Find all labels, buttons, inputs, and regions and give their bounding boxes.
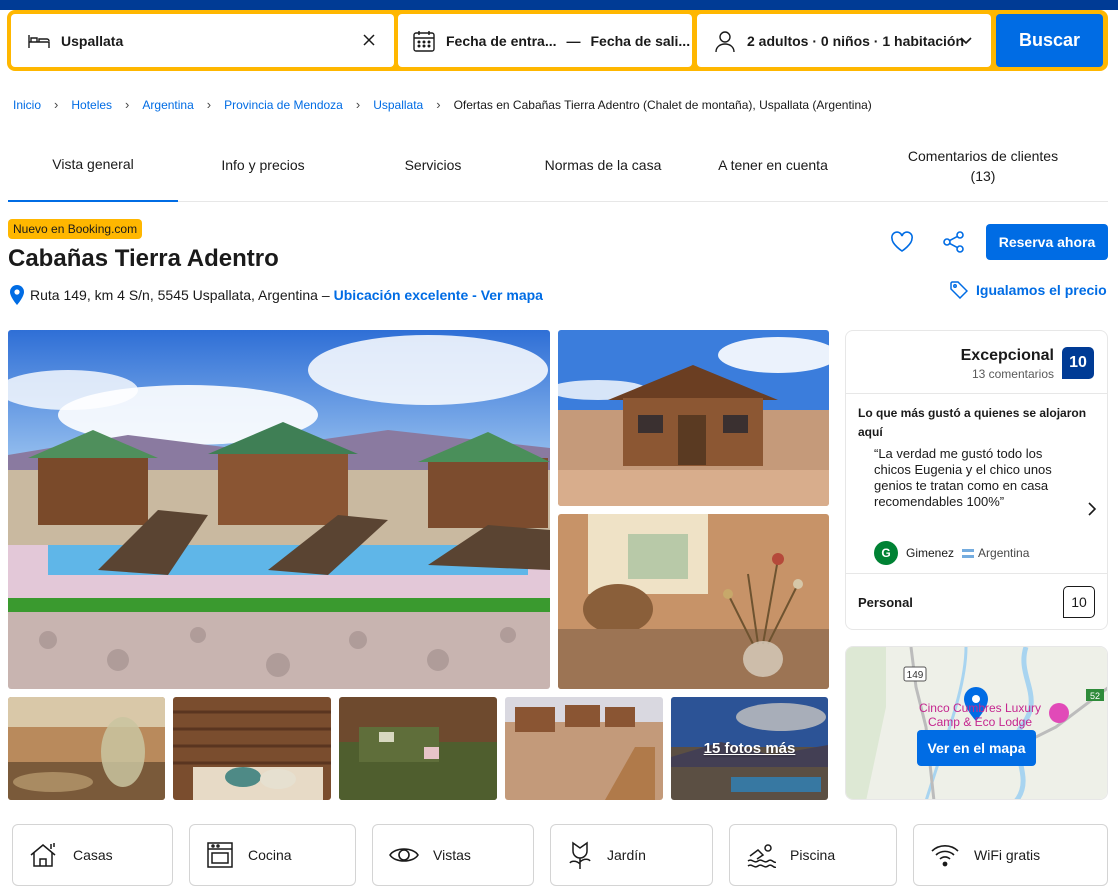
share-icon[interactable] <box>942 231 966 253</box>
main-photo[interactable] <box>8 330 550 689</box>
amenity-casas: Casas <box>12 824 173 886</box>
new-badge: Nuevo en Booking.com <box>8 219 143 239</box>
dates-field[interactable]: Fecha de entra... — Fecha de sali... <box>398 14 692 67</box>
reviewer-country: Argentina <box>978 546 1030 560</box>
swimmer-icon <box>747 844 776 868</box>
gallery-photo[interactable] <box>339 697 497 800</box>
breadcrumb-current: Ofertas en Cabañas Tierra Adentro (Chale… <box>453 97 872 112</box>
person-icon <box>715 30 735 52</box>
tab-normas[interactable]: Normas de la casa <box>518 130 688 201</box>
breadcrumb-separator-icon: › <box>125 97 130 112</box>
amenity-wifi: WiFi gratis <box>913 824 1108 886</box>
liked-heading: Lo que más gustó a quienes se alojaron a… <box>858 406 1087 439</box>
breadcrumb-link-hoteles[interactable]: Hoteles <box>71 98 112 112</box>
checkin-value: Fecha de entra... <box>446 32 557 49</box>
bed-icon <box>28 34 50 48</box>
tab-info-precios[interactable]: Info y precios <box>178 130 348 201</box>
search-bar: Uspallata Fecha de entra... — Fecha de s… <box>7 10 1108 71</box>
subscore-row: Personal 10 <box>846 573 1107 630</box>
breadcrumb-link-mendoza[interactable]: Provincia de Mendoza <box>224 98 343 112</box>
tab-servicios[interactable]: Servicios <box>348 130 518 201</box>
breadcrumb-separator-icon: › <box>54 97 59 112</box>
oven-icon <box>207 842 233 868</box>
breadcrumb-separator-icon: › <box>206 97 212 112</box>
gallery-photo[interactable] <box>505 697 663 800</box>
house-icon <box>30 843 56 867</box>
amenity-label: Casas <box>73 847 113 863</box>
breadcrumb-separator-icon: › <box>436 97 441 112</box>
tab-comentarios[interactable]: Comentarios de clientes (13) <box>858 130 1108 201</box>
breadcrumb: Inicio › Hoteles › Argentina › Provincia… <box>13 97 872 112</box>
wifi-icon <box>931 845 959 867</box>
review-quote: “La verdad me gustó todo los chicos Euge… <box>874 446 1052 509</box>
amenity-label: Cocina <box>248 847 292 863</box>
breadcrumb-separator-icon: › <box>355 97 361 112</box>
destination-value: Uspallata <box>61 32 124 49</box>
breadcrumb-link-uspallata[interactable]: Uspallata <box>373 98 423 112</box>
gallery-more-photos[interactable]: 15 fotos más <box>671 697 828 800</box>
gallery-photo[interactable] <box>558 514 829 689</box>
route-52-label: 52 <box>1090 691 1100 701</box>
map-preview[interactable]: 149 52 Cinco Cumbres Luxury Camp & Eco L… <box>845 646 1108 800</box>
amenity-vistas: Vistas <box>372 824 534 886</box>
amenity-label: Vistas <box>433 847 471 863</box>
show-on-map-button[interactable]: Ver en el mapa <box>917 730 1036 766</box>
calendar-icon <box>413 30 435 52</box>
guests-field[interactable]: 2 adultos · 0 niños · 1 habitación <box>697 14 991 67</box>
amenities-row: Casas Cocina Vistas Jardín Piscina WiFi … <box>12 824 1108 886</box>
tag-icon <box>950 281 968 299</box>
amenity-label: WiFi gratis <box>974 847 1041 863</box>
subscore-value: 10 <box>1063 586 1095 618</box>
review-rating-label: Excepcional <box>960 347 1054 364</box>
chevron-down-icon <box>960 37 972 45</box>
amenity-label: Piscina <box>790 847 836 863</box>
property-title: Cabañas Tierra Adentro <box>8 245 279 272</box>
price-match-link[interactable]: Igualamos el precio <box>950 281 1107 299</box>
guests-value: 2 adultos · 0 niños · 1 habitación <box>747 32 965 49</box>
review-score-badge: 10 <box>1062 347 1094 379</box>
gallery-photo[interactable] <box>8 697 165 800</box>
address-text: Ruta 149, km 4 S/n, 5545 Uspallata, Arge… <box>30 287 330 303</box>
subscore-label: Personal <box>858 595 913 610</box>
property-tabs: Vista general Info y precios Servicios N… <box>8 130 1108 202</box>
location-map-link[interactable]: Ubicación excelente - Ver mapa <box>334 287 543 303</box>
reserve-now-button[interactable]: Reserva ahora <box>986 224 1108 260</box>
review-score-header[interactable]: Excepcional 13 comentarios 10 <box>846 331 1107 394</box>
flower-icon <box>569 841 591 869</box>
avatar: G <box>874 541 898 565</box>
tab-a-tener-en-cuenta[interactable]: A tener en cuenta <box>688 130 858 201</box>
top-brand-bar <box>0 0 1118 10</box>
map-poi-label: Cinco Cumbres Luxury Camp & Eco Lodge <box>918 701 1042 729</box>
more-photos-label: 15 fotos más <box>703 740 796 757</box>
price-match-label: Igualamos el precio <box>976 282 1107 298</box>
heart-icon[interactable] <box>890 231 914 253</box>
amenity-jardin: Jardín <box>550 824 713 886</box>
argentina-flag-icon <box>962 548 975 558</box>
reviewer: G Gimenez Argentina <box>874 541 1029 565</box>
chevron-right-icon[interactable] <box>1087 502 1097 516</box>
amenity-cocina: Cocina <box>189 824 356 886</box>
map-pin-icon <box>10 285 24 305</box>
date-separator: — <box>566 32 581 49</box>
reviewer-name: Gimenez <box>906 546 955 560</box>
review-count: 13 comentarios <box>971 367 1054 381</box>
amenity-label: Jardín <box>607 847 646 863</box>
tab-vista-general[interactable]: Vista general <box>8 130 178 202</box>
review-score-card: Excepcional 13 comentarios 10 Lo que más… <box>845 330 1108 630</box>
route-149-label: 149 <box>907 670 924 681</box>
search-button[interactable]: Buscar <box>996 14 1103 67</box>
breadcrumb-link-inicio[interactable]: Inicio <box>13 98 41 112</box>
gallery-photo[interactable] <box>558 330 829 506</box>
clear-icon[interactable] <box>360 31 378 49</box>
eye-icon <box>389 848 419 862</box>
amenity-piscina: Piscina <box>729 824 897 886</box>
property-address: Ruta 149, km 4 S/n, 5545 Uspallata, Arge… <box>10 285 543 305</box>
breadcrumb-link-argentina[interactable]: Argentina <box>142 98 193 112</box>
checkout-value: Fecha de sali... <box>590 32 691 49</box>
gallery-photo[interactable] <box>173 697 331 800</box>
destination-field[interactable]: Uspallata <box>11 14 394 67</box>
